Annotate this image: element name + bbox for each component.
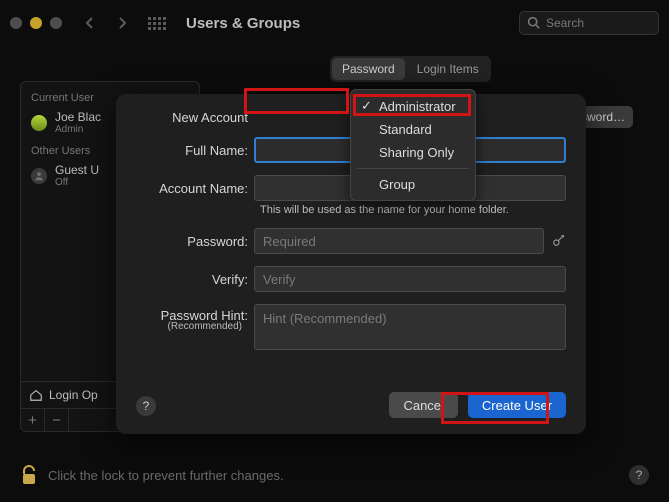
guest-status: Off [55, 177, 99, 188]
remove-user-button[interactable]: − [45, 409, 69, 431]
avatar-icon [31, 115, 47, 131]
verify-input[interactable] [254, 266, 566, 292]
minimize-window-dot[interactable] [30, 17, 42, 29]
page-help-button[interactable]: ? [629, 465, 649, 485]
lock-icon[interactable] [20, 464, 38, 486]
forward-button[interactable] [110, 11, 134, 35]
lock-row: Click the lock to prevent further change… [20, 464, 649, 486]
create-user-button[interactable]: Create User [468, 392, 566, 418]
user-name: Joe Blac [55, 110, 101, 124]
label-verify: Verify: [132, 272, 254, 287]
zoom-window-dot[interactable] [50, 17, 62, 29]
search-wrap [519, 11, 659, 35]
traffic-lights [10, 17, 62, 29]
user-role: Admin [55, 124, 101, 135]
label-new-account: New Account [132, 110, 254, 125]
apps-grid-icon[interactable] [148, 17, 166, 30]
back-button[interactable] [78, 11, 102, 35]
new-account-sheet: New Account Full Name: Account Name: Thi… [116, 94, 586, 434]
house-icon [29, 388, 43, 402]
window-toolbar: Users & Groups [0, 0, 669, 46]
label-hint-sub: (Recommended) [132, 321, 248, 332]
content-tabs: Password Login Items [330, 56, 491, 82]
login-options-label: Login Op [49, 388, 98, 402]
close-window-dot[interactable] [10, 17, 22, 29]
tab-login-items[interactable]: Login Items [407, 58, 489, 80]
help-button[interactable]: ? [136, 396, 156, 416]
guest-avatar-icon [31, 168, 47, 184]
dropdown-item-sharing-only[interactable]: Sharing Only [351, 141, 475, 164]
search-icon [527, 16, 540, 29]
tab-password[interactable]: Password [332, 58, 405, 80]
label-password: Password: [132, 234, 254, 249]
search-input[interactable] [519, 11, 659, 35]
password-key-icon[interactable] [552, 233, 566, 250]
guest-name: Guest U [55, 163, 99, 177]
password-hint-input[interactable] [254, 304, 566, 350]
lock-text: Click the lock to prevent further change… [48, 468, 284, 483]
label-account-name: Account Name: [132, 181, 254, 196]
dropdown-item-administrator[interactable]: ✓Administrator [351, 94, 475, 118]
window-title: Users & Groups [186, 15, 300, 32]
add-user-button[interactable]: + [21, 409, 45, 431]
account-name-hint: This will be used as the name for your h… [260, 204, 566, 216]
dropdown-item-standard[interactable]: Standard [351, 118, 475, 141]
dropdown-separator [357, 168, 469, 169]
cancel-button[interactable]: Cancel [389, 392, 457, 418]
password-input[interactable] [254, 228, 544, 254]
label-full-name: Full Name: [132, 143, 254, 158]
account-type-dropdown[interactable]: ✓Administrator Standard Sharing Only Gro… [350, 89, 476, 201]
dropdown-item-group[interactable]: Group [351, 173, 475, 196]
